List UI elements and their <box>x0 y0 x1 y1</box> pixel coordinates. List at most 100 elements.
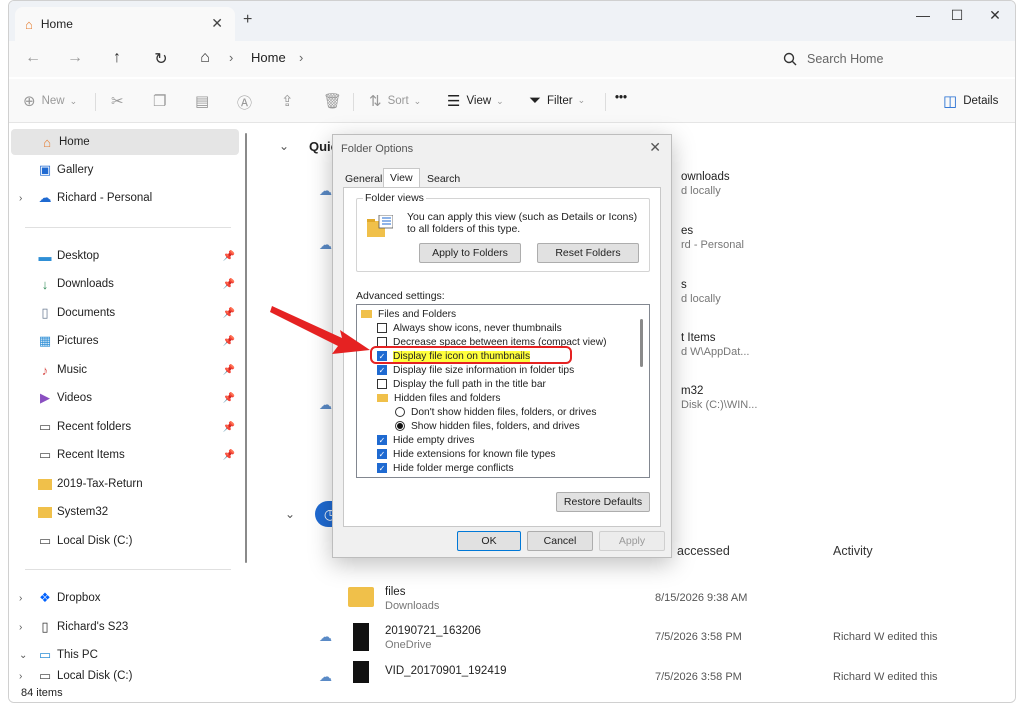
pin-icon[interactable]: 📌 <box>223 279 235 290</box>
home-breadcrumb-icon[interactable]: ⌂ <box>195 49 215 67</box>
sidebar-item-recent-items[interactable]: ▭ Recent Items 📌 <box>9 442 239 468</box>
pin-icon[interactable]: 📌 <box>223 422 235 433</box>
radio-button-selected[interactable] <box>395 421 405 431</box>
file-name[interactable]: 20190721_163206 <box>385 625 481 637</box>
share-icon[interactable]: ⇪ <box>281 92 300 110</box>
more-options-button[interactable]: ••• <box>615 92 627 104</box>
quick-item-name[interactable]: es <box>681 225 693 237</box>
apply-to-folders-button[interactable]: Apply to Folders <box>419 243 521 263</box>
apply-button[interactable]: Apply <box>599 531 665 551</box>
quick-item-name[interactable]: s <box>681 279 687 291</box>
view-button[interactable]: ☰ View ⌄ <box>447 92 504 110</box>
tab-general[interactable]: General <box>345 173 382 185</box>
minimize-button[interactable]: — <box>913 7 933 23</box>
chevron-down-icon[interactable]: ⌄ <box>285 507 295 521</box>
sidebar-item-music[interactable]: ♪ Music 📌 <box>9 357 239 383</box>
details-button[interactable]: ◫ Details <box>943 92 998 110</box>
sidebar-item-pictures[interactable]: ▦ Pictures 📌 <box>9 328 239 354</box>
maximize-button[interactable]: ☐ <box>947 7 967 24</box>
checkbox-checked[interactable]: ✓ <box>377 449 387 459</box>
sidebar-item-recent-folders[interactable]: ▭ Recent folders 📌 <box>9 414 239 440</box>
setting-always-show-icons[interactable]: Always show icons, never thumbnails <box>377 321 562 335</box>
pin-icon[interactable]: 📌 <box>223 251 235 262</box>
search-input[interactable]: Search Home <box>775 45 1009 73</box>
column-header-activity[interactable]: Activity <box>833 544 873 558</box>
delete-icon[interactable]: 🗑 <box>323 92 348 110</box>
tab-close-icon[interactable]: ✕ <box>211 15 223 32</box>
setting-display-full-path[interactable]: Display the full path in the title bar <box>377 377 546 391</box>
quick-item-name[interactable]: ownloads <box>681 171 730 183</box>
close-window-button[interactable]: ✕ <box>985 7 1005 24</box>
sort-button[interactable]: ⇅ Sort ⌄ <box>369 92 421 110</box>
file-name[interactable]: VID_20170901_192419 <box>385 665 507 677</box>
tab-search[interactable]: Search <box>427 173 460 185</box>
setting-display-file-size[interactable]: ✓ Display file size information in folde… <box>377 363 574 377</box>
sidebar-item-onedrive[interactable]: › ☁ Richard - Personal <box>9 185 239 211</box>
sidebar-item-phone[interactable]: › ▯ Richard's S23 <box>9 614 239 640</box>
cut-icon[interactable]: ✂ <box>111 92 130 110</box>
breadcrumb-chevron-icon[interactable]: › <box>299 50 303 65</box>
cancel-button[interactable]: Cancel <box>527 531 593 551</box>
sidebar-item-home[interactable]: ⌂ Home <box>11 129 239 155</box>
chevron-right-icon[interactable]: › <box>19 593 22 604</box>
chevron-right-icon[interactable]: › <box>19 671 22 682</box>
chevron-right-icon[interactable]: › <box>19 193 22 204</box>
sidebar-item-2019-tax-return[interactable]: 2019-Tax-Return <box>9 471 239 497</box>
back-arrow-icon[interactable]: ← <box>23 49 43 67</box>
checkbox[interactable] <box>377 379 387 389</box>
quick-item-name[interactable]: t Items <box>681 332 716 344</box>
pin-icon[interactable]: 📌 <box>223 308 235 319</box>
setting-hide-empty-drives[interactable]: ✓ Hide empty drives <box>377 433 475 447</box>
breadcrumb-home[interactable]: Home <box>251 50 286 65</box>
sidebar-item-gallery[interactable]: ▣ Gallery <box>9 157 239 183</box>
reset-folders-button[interactable]: Reset Folders <box>537 243 639 263</box>
radio-button[interactable] <box>395 407 405 417</box>
new-tab-button[interactable]: + <box>243 11 252 29</box>
column-header-accessed[interactable]: accessed <box>677 544 730 558</box>
tab-view[interactable]: View <box>383 168 420 188</box>
sidebar-item-videos[interactable]: ▶ Videos 📌 <box>9 385 239 411</box>
sidebar-item-local-disk[interactable]: ▭ Local Disk (C:) <box>9 528 239 554</box>
filter-icon: ⏷ <box>529 92 542 109</box>
tab-home[interactable]: ⌂ Home ✕ <box>15 7 235 41</box>
file-name[interactable]: files <box>385 586 405 598</box>
pin-icon[interactable]: 📌 <box>223 393 235 404</box>
setting-hide-merge-conflicts[interactable]: ✓ Hide folder merge conflicts <box>377 461 514 475</box>
sidebar-item-desktop[interactable]: ▬ Desktop 📌 <box>9 243 239 269</box>
sidebar-item-downloads[interactable]: ↓ Downloads 📌 <box>9 271 239 297</box>
sidebar-item-label: Desktop <box>57 250 100 262</box>
sidebar-item-this-pc[interactable]: ⌄ ▭ This PC <box>9 642 239 668</box>
restore-defaults-button[interactable]: Restore Defaults <box>556 492 650 512</box>
refresh-icon[interactable]: ↻ <box>151 49 171 69</box>
sidebar-item-local-disk-c[interactable]: › ▭ Local Disk (C:) <box>9 669 239 683</box>
chevron-down-icon[interactable]: ⌄ <box>19 650 27 661</box>
forward-arrow-icon[interactable]: → <box>65 49 85 67</box>
chevron-down-icon[interactable]: ⌄ <box>279 139 289 153</box>
setting-hide-extensions[interactable]: ✓ Hide extensions for known file types <box>377 447 556 461</box>
checkbox-checked[interactable]: ✓ <box>377 435 387 445</box>
new-button[interactable]: ⊕ New ⌄ <box>23 92 77 110</box>
checkbox[interactable] <box>377 323 387 333</box>
copy-icon[interactable]: ❐ <box>153 92 172 110</box>
setting-dont-show-hidden[interactable]: Don't show hidden files, folders, or dri… <box>395 405 596 419</box>
chevron-right-icon[interactable]: › <box>19 622 22 633</box>
checkbox-checked[interactable]: ✓ <box>377 463 387 473</box>
filter-button[interactable]: ⏷ Filter ⌄ <box>529 92 585 109</box>
pin-icon[interactable]: 📌 <box>223 450 235 461</box>
setting-show-hidden[interactable]: Show hidden files, folders, and drives <box>395 419 580 433</box>
up-arrow-icon[interactable]: ↑ <box>107 49 127 67</box>
sidebar-item-system32[interactable]: System32 <box>9 499 239 525</box>
paste-icon[interactable]: ▤ <box>195 92 215 110</box>
pin-icon[interactable]: 📌 <box>223 365 235 376</box>
pin-icon[interactable]: 📌 <box>223 336 235 347</box>
tree-label: Hide empty drives <box>393 434 475 446</box>
sidebar-item-dropbox[interactable]: › ❖ Dropbox <box>9 585 239 611</box>
rename-icon[interactable]: Ⓐ <box>237 92 258 113</box>
sidebar-item-documents[interactable]: ▯ Documents 📌 <box>9 300 239 326</box>
ok-button[interactable]: OK <box>457 531 521 551</box>
quick-item-name[interactable]: m32 <box>681 385 703 397</box>
checkbox-checked[interactable]: ✓ <box>377 365 387 375</box>
close-icon[interactable]: ✕ <box>649 139 661 156</box>
sidebar-scrollbar[interactable] <box>245 133 247 563</box>
tree-scrollbar[interactable] <box>640 319 643 367</box>
